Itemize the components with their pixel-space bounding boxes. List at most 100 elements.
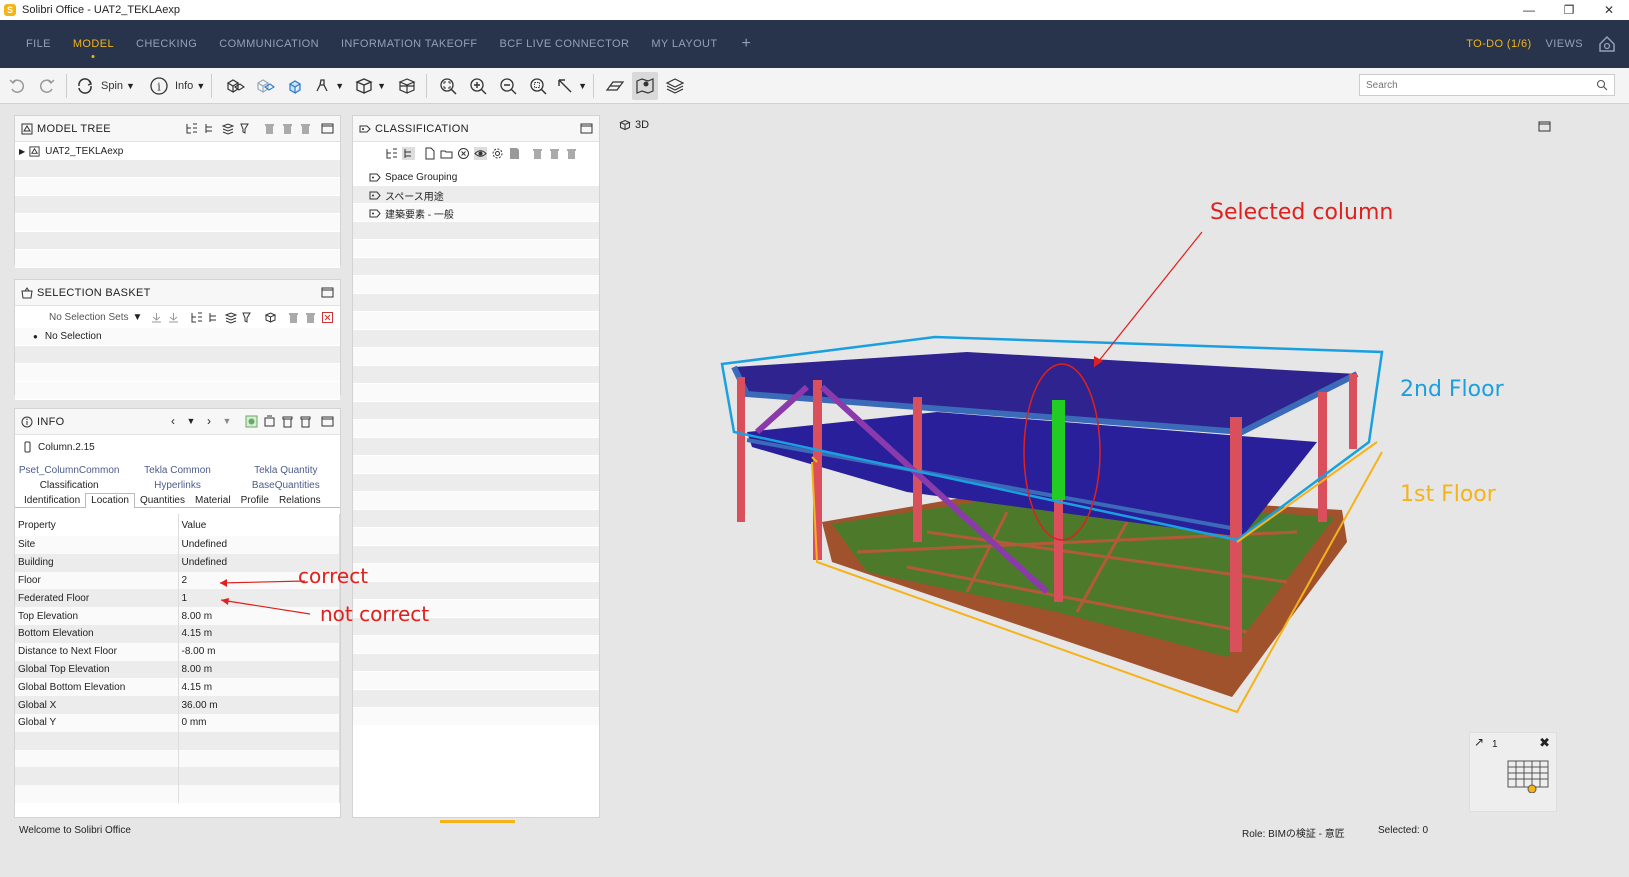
zoom-fit-icon[interactable] — [435, 72, 461, 100]
slice-icon[interactable] — [602, 72, 628, 100]
box-view-icon[interactable]: ▼ — [354, 72, 386, 100]
navigation-widget[interactable]: ↗ 1 ✖ — [1469, 732, 1557, 812]
open-folder-icon[interactable] — [440, 147, 453, 160]
classification-item[interactable]: Space Grouping — [353, 168, 599, 186]
gear-icon[interactable] — [491, 147, 504, 160]
tree-hierarchy-icon[interactable] — [190, 311, 203, 324]
info-button[interactable]: i Info ▼ — [149, 72, 205, 100]
trash-icon[interactable] — [262, 121, 276, 135]
chevron-down-icon[interactable]: ▼ — [184, 414, 198, 428]
trash-icon[interactable] — [280, 414, 294, 428]
trash-icon[interactable] — [298, 414, 312, 428]
show-all-icon[interactable] — [222, 72, 248, 100]
tab-relations[interactable]: Relations — [274, 493, 326, 508]
chevron-down-icon[interactable]: ▼ — [220, 414, 234, 428]
tab-basequantities[interactable]: BaseQuantities — [232, 480, 340, 491]
tab-tekla-common[interactable]: Tekla Common — [123, 465, 231, 476]
spin-button[interactable]: Spin ▼ — [75, 72, 135, 100]
3d-viewport[interactable]: 3D Selected column 2nd Floor 1st Floor ↗… — [607, 112, 1569, 812]
zoom-in-icon[interactable] — [465, 72, 491, 100]
download-icon[interactable] — [167, 311, 180, 324]
close-icon[interactable]: ✕ — [1589, 0, 1629, 20]
selection-sets-dropdown[interactable]: No Selection Sets — [49, 312, 129, 323]
previous-icon[interactable]: ‹ — [166, 414, 180, 428]
download-icon[interactable] — [150, 311, 163, 324]
expand-arrow-icon[interactable]: ↗ — [1474, 735, 1484, 749]
location-map-icon[interactable] — [632, 71, 658, 100]
table-row[interactable]: Bottom Elevation 4.15 m — [15, 624, 340, 643]
undo-icon[interactable] — [4, 72, 30, 100]
menu-file[interactable]: FILE — [26, 38, 51, 50]
search-field[interactable] — [1359, 74, 1615, 96]
redo-icon[interactable] — [34, 72, 60, 100]
trash-icon[interactable] — [565, 147, 578, 160]
tree-filter-icon[interactable] — [241, 311, 254, 324]
maximize-panel-icon[interactable] — [320, 121, 334, 135]
tree-expand-icon[interactable] — [202, 121, 216, 135]
tree-layers-icon[interactable] — [220, 121, 234, 135]
tab-material[interactable]: Material — [190, 493, 236, 508]
walk-icon[interactable]: ▼ — [312, 72, 344, 100]
zoom-window-icon[interactable] — [525, 72, 551, 100]
menu-my-layout[interactable]: MY LAYOUT — [651, 38, 717, 50]
maximize-panel-icon[interactable] — [320, 414, 334, 428]
close-icon[interactable]: ✖ — [1539, 735, 1550, 751]
trash-icon[interactable] — [280, 121, 294, 135]
classification-item[interactable]: 建築要素 - 一般 — [353, 204, 599, 222]
tab-identification[interactable]: Identification — [19, 493, 85, 508]
tab-hyperlinks[interactable]: Hyperlinks — [123, 480, 231, 491]
tree-expand-icon[interactable] — [402, 146, 415, 160]
pick-icon[interactable]: ▼ — [555, 72, 587, 100]
home-icon[interactable] — [1597, 34, 1617, 54]
table-row[interactable]: Distance to Next Floor -8.00 m — [15, 642, 340, 661]
menu-communication[interactable]: COMMUNICATION — [219, 38, 319, 50]
zoom-out-icon[interactable] — [495, 72, 521, 100]
search-input[interactable] — [1366, 79, 1596, 91]
minimize-icon[interactable]: — — [1509, 0, 1549, 20]
trash-icon[interactable] — [287, 311, 300, 324]
menu-model[interactable]: MODEL — [73, 38, 114, 50]
menu-checking[interactable]: CHECKING — [136, 38, 197, 50]
cube-icon[interactable] — [264, 311, 277, 324]
add-layout-button[interactable]: + — [742, 35, 751, 53]
tree-expand-icon[interactable] — [207, 311, 220, 324]
table-row[interactable]: Global X 36.00 m — [15, 696, 340, 714]
isolate-icon[interactable] — [282, 72, 308, 100]
todo-button[interactable]: TO-DO (1/6) — [1466, 38, 1531, 50]
tab-tekla-quantity[interactable]: Tekla Quantity — [232, 465, 340, 476]
tab-profile[interactable]: Profile — [236, 493, 274, 508]
maximize-panel-icon[interactable] — [320, 285, 334, 299]
tab-location[interactable]: Location — [85, 492, 135, 508]
new-file-icon[interactable] — [423, 147, 436, 160]
trash-icon[interactable] — [304, 311, 317, 324]
tab-classification[interactable]: Classification — [15, 480, 123, 491]
table-row[interactable]: Global Top Elevation 8.00 m — [15, 660, 340, 679]
tree-layers-icon[interactable] — [224, 311, 238, 324]
maximize-panel-icon[interactable] — [579, 121, 593, 135]
hide-icon[interactable] — [252, 72, 278, 100]
search-icon[interactable] — [1596, 79, 1608, 91]
expand-arrow-icon[interactable]: ▶ — [19, 147, 25, 156]
tab-pset-columncommon[interactable]: Pset_ColumnCommon — [15, 465, 123, 476]
tab-quantities[interactable]: Quantities — [135, 493, 190, 508]
link-icon[interactable] — [244, 414, 258, 428]
table-row[interactable]: Building Undefined — [15, 553, 340, 572]
classification-item[interactable]: スペース用途 — [353, 186, 599, 204]
table-row[interactable]: Global Y0 mm — [15, 713, 340, 732]
building-model[interactable] — [607, 112, 1569, 812]
chevron-down-icon[interactable]: ▼ — [133, 312, 143, 323]
restore-icon[interactable]: ❐ — [1549, 0, 1589, 20]
report-icon[interactable] — [508, 147, 521, 160]
trash-icon[interactable] — [548, 147, 561, 160]
clear-icon[interactable] — [321, 311, 334, 324]
tree-item-model[interactable]: ▶ UAT2_TEKLAexp — [15, 142, 340, 160]
layers-icon[interactable] — [662, 72, 688, 100]
next-icon[interactable]: › — [202, 414, 216, 428]
trash-icon[interactable] — [298, 121, 312, 135]
tree-filter-icon[interactable] — [238, 121, 252, 135]
menu-bcf-live-connector[interactable]: BCF LIVE CONNECTOR — [500, 38, 630, 50]
close-circle-icon[interactable] — [457, 147, 470, 160]
eye-icon[interactable] — [474, 146, 487, 160]
table-row[interactable]: Site Undefined — [15, 536, 340, 554]
menu-information-takeoff[interactable]: INFORMATION TAKEOFF — [341, 38, 478, 50]
